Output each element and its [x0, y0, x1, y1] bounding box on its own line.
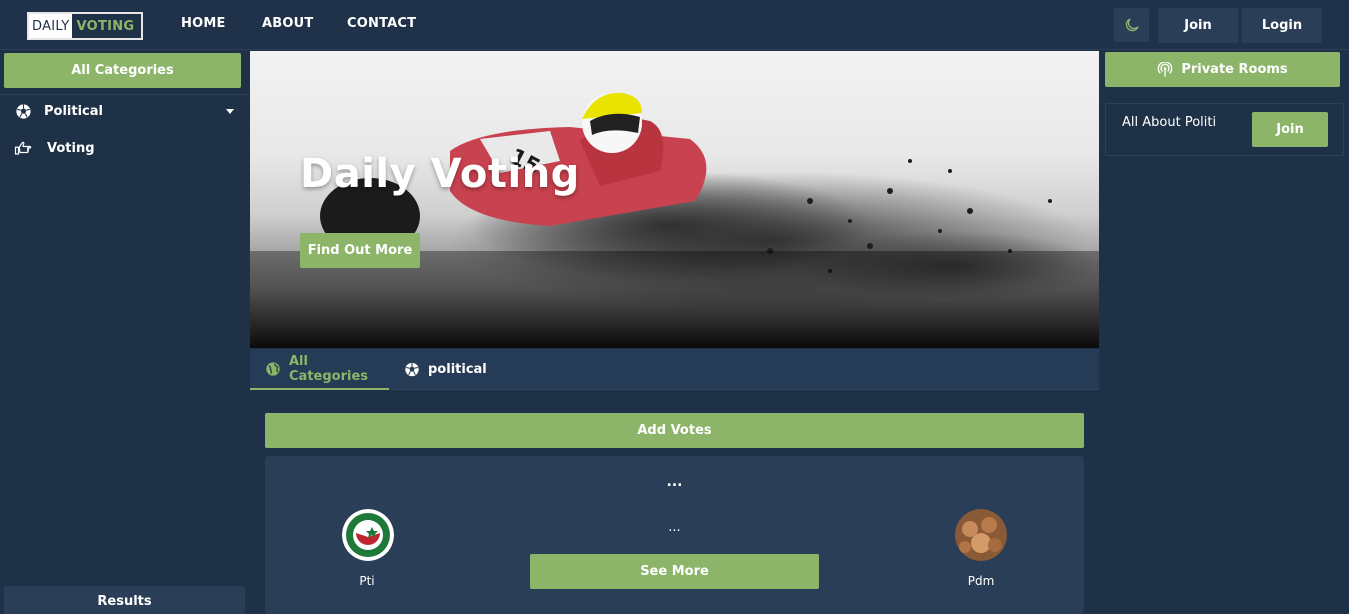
login-button[interactable]: Login	[1242, 8, 1322, 43]
tab-all-categories[interactable]: All Categories	[250, 349, 389, 390]
soccer-ball-icon	[14, 102, 32, 120]
nav-contact-link[interactable]: CONTACT	[347, 16, 416, 31]
globe-icon	[265, 361, 281, 377]
tab-label: political	[428, 362, 487, 377]
sidebar-item-label: Political	[44, 103, 103, 119]
hero-banner: 15 Daily Voting Find Out More	[250, 51, 1099, 348]
pdm-party-avatar[interactable]	[955, 509, 1007, 561]
nav-home-link[interactable]: HOME	[181, 16, 226, 31]
left-sidebar: All Categories Political Voting Results	[0, 51, 249, 614]
nav-about-link[interactable]: ABOUT	[262, 16, 313, 31]
add-votes-button[interactable]: Add Votes	[265, 413, 1084, 448]
theme-toggle-button[interactable]	[1114, 8, 1149, 42]
private-rooms-button[interactable]: Private Rooms	[1105, 52, 1340, 87]
find-out-more-button[interactable]: Find Out More	[300, 233, 420, 268]
sidebar-item-political[interactable]: Political	[14, 102, 103, 120]
see-more-button[interactable]: See More	[530, 554, 819, 589]
brand-logo-part1: DAILY	[29, 14, 73, 38]
soccer-ball-icon	[404, 362, 420, 378]
vote-card-title: ...	[666, 474, 683, 490]
moon-icon	[1125, 18, 1139, 32]
hand-point-right-icon	[14, 139, 32, 157]
results-tab[interactable]: Results	[4, 586, 245, 614]
private-rooms-label: Private Rooms	[1181, 62, 1288, 77]
sidebar-item-voting[interactable]: Voting	[14, 139, 95, 157]
join-button[interactable]: Join	[1158, 8, 1238, 43]
top-navbar: DAILY VOTING HOME ABOUT CONTACT Join Log…	[0, 0, 1349, 50]
brand-logo-part2: VOTING	[72, 14, 139, 38]
right-party-name: Pdm	[967, 574, 995, 588]
chevron-down-icon[interactable]	[226, 109, 234, 114]
room-title: All About Politi	[1122, 115, 1217, 130]
sidebar-divider	[0, 94, 249, 95]
room-card: All About Politi Join	[1105, 103, 1344, 156]
brand-logo[interactable]: DAILY VOTING	[27, 12, 143, 40]
category-tabs: All Categories political	[250, 349, 1099, 390]
vote-card: ... ... Pti See More Pdm	[265, 456, 1084, 614]
pti-party-avatar[interactable]	[342, 509, 394, 561]
motorcycle-rider-image: 15	[250, 92, 1099, 348]
sidebar-item-label: Voting	[47, 140, 95, 156]
tab-label: All Categories	[289, 353, 369, 384]
hero-title: Daily Voting	[300, 151, 580, 197]
room-join-button[interactable]: Join	[1252, 112, 1328, 147]
all-categories-button[interactable]: All Categories	[4, 53, 241, 88]
left-party-name: Pti	[359, 574, 375, 588]
broadcast-icon	[1157, 61, 1173, 78]
tab-political[interactable]: political	[404, 349, 487, 390]
